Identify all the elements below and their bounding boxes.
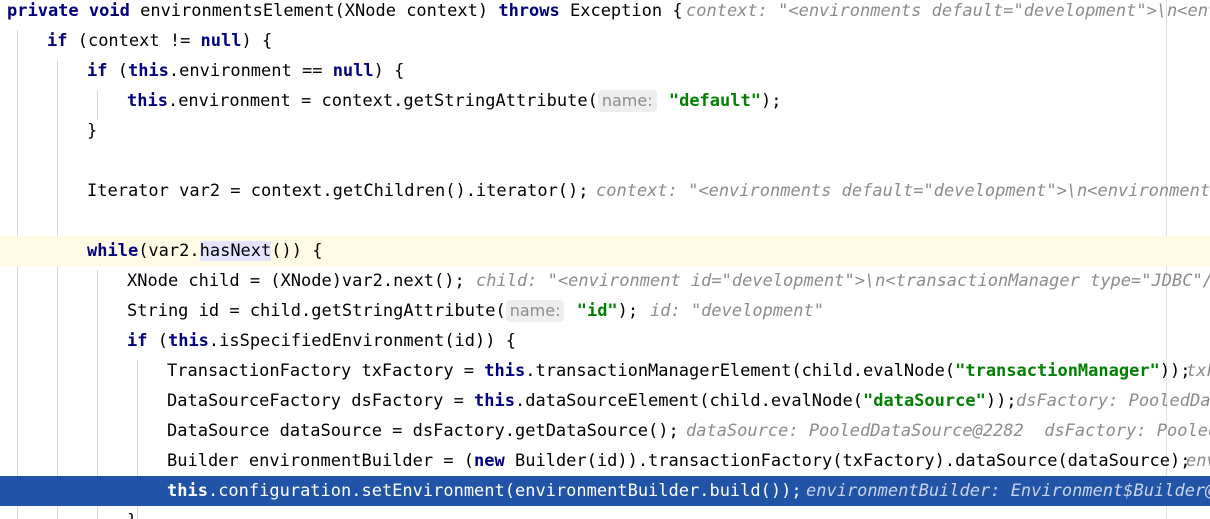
code-text: private void environmentsElement(XNode c… xyxy=(7,0,683,26)
code-token: Iterator var2 = context.getChildren().it… xyxy=(87,181,589,201)
code-token: "default" xyxy=(668,91,761,111)
code-token: "id" xyxy=(576,301,618,321)
code-token: XNode child = (XNode)var2.next(); xyxy=(127,271,465,291)
parameter-hint: name: xyxy=(597,90,657,112)
execution-point-line[interactable]: this.configuration.setEnvironment(enviro… xyxy=(0,476,1210,506)
code-token: (var2. xyxy=(138,241,200,261)
parameter-hint: name: xyxy=(505,300,565,322)
code-line[interactable]: } xyxy=(0,116,1210,146)
code-text: } xyxy=(127,506,137,519)
code-line[interactable]: DataSourceFactory dsFactory = this.dataS… xyxy=(0,386,1210,416)
code-token: ) { xyxy=(373,61,405,81)
code-editor[interactable]: private void environmentsElement(XNode c… xyxy=(0,0,1210,519)
code-token: Exception { xyxy=(559,1,683,21)
code-token: ); xyxy=(760,91,782,111)
debug-value-hint: dsFactory: PooledDat xyxy=(1016,391,1210,411)
current-line[interactable]: while(var2.hasNext()) { xyxy=(0,236,1210,266)
code-text: this.environment = context.getStringAttr… xyxy=(127,86,781,116)
code-token: .dataSourceElement(child.evalNode( xyxy=(515,391,863,411)
code-text: DataSource dataSource = dsFactory.getDat… xyxy=(167,416,679,446)
code-line[interactable]: if (this.environment == null) { xyxy=(0,56,1210,86)
code-token: throws xyxy=(498,1,560,21)
code-token: this xyxy=(127,61,169,81)
code-token: "dataSource" xyxy=(863,391,986,411)
code-token: ( xyxy=(147,331,168,351)
code-token: this xyxy=(167,331,209,351)
code-token: .transactionManagerElement(child.evalNod… xyxy=(525,361,956,381)
debug-value-hint: environmentBuilder: Environment$Builder@… xyxy=(806,481,1210,501)
code-token: Builder(id)).transactionFactory(txFactor… xyxy=(504,451,1191,471)
code-token: .environment == xyxy=(168,61,333,81)
code-token: .environment = context.getStringAttribut… xyxy=(167,91,598,111)
code-line[interactable]: if (context != null) { xyxy=(0,26,1210,56)
code-line[interactable]: Iterator var2 = context.getChildren().it… xyxy=(0,176,1210,206)
code-line[interactable]: private void environmentsElement(XNode c… xyxy=(0,0,1210,26)
code-token: .configuration.setEnvironment(environmen… xyxy=(207,481,802,501)
code-line[interactable]: XNode child = (XNode)var2.next(); child: … xyxy=(0,266,1210,296)
code-text: Iterator var2 = context.getChildren().it… xyxy=(87,176,589,206)
code-token: ( xyxy=(107,61,128,81)
code-token: if xyxy=(47,31,68,51)
code-token: TransactionFactory txFactory = xyxy=(167,361,485,381)
debug-value-hint: context: "<environments default="develop… xyxy=(596,181,1210,201)
code-text: while(var2.hasNext()) { xyxy=(87,236,322,266)
code-token: null xyxy=(332,61,374,81)
code-token: DataSource dataSource = dsFactory.getDat… xyxy=(167,421,679,441)
debug-value-hint: child: "<environment id="development">\n… xyxy=(476,271,1210,291)
code-line[interactable]: if (this.isSpecifiedEnvironment(id)) { xyxy=(0,326,1210,356)
code-line[interactable] xyxy=(0,206,1210,236)
code-token: .isSpecifiedEnvironment(id)) { xyxy=(208,331,516,351)
code-token: ) { xyxy=(241,31,273,51)
code-token: ); xyxy=(617,301,639,321)
code-text: } xyxy=(87,116,97,146)
code-text: if (this.isSpecifiedEnvironment(id)) { xyxy=(127,326,516,356)
code-text: DataSourceFactory dsFactory = this.dataS… xyxy=(167,386,1017,416)
code-token: (context != xyxy=(67,31,201,51)
debug-value-hint: id: "development" xyxy=(650,301,824,321)
code-token: DataSourceFactory dsFactory = xyxy=(167,391,475,411)
code-token: if xyxy=(87,61,108,81)
code-line[interactable]: String id = child.getStringAttribute(nam… xyxy=(0,296,1210,326)
debug-value-hint: dataSource: PooledDataSource@2282 dsFact… xyxy=(686,421,1210,441)
code-token: "transactionManager" xyxy=(955,361,1160,381)
code-line[interactable]: TransactionFactory txFactory = this.tran… xyxy=(0,356,1210,386)
code-token: void xyxy=(88,1,130,21)
code-text: Builder environmentBuilder = (new Builde… xyxy=(167,446,1191,476)
code-token: new xyxy=(474,451,505,471)
code-token: null xyxy=(200,31,242,51)
code-token: hasNext xyxy=(199,241,272,261)
code-token: if xyxy=(127,331,148,351)
code-text: String id = child.getStringAttribute(nam… xyxy=(127,296,638,326)
code-token: Builder environmentBuilder = ( xyxy=(167,451,475,471)
code-line[interactable] xyxy=(0,146,1210,176)
code-token: this xyxy=(167,481,208,501)
code-token: } xyxy=(127,511,137,519)
code-text: if (this.environment == null) { xyxy=(87,56,404,86)
code-text: if (context != null) { xyxy=(47,26,272,56)
debug-value-hint: context: "<environments default="develop… xyxy=(686,1,1210,21)
debug-value-hint: txF xyxy=(1186,361,1210,381)
code-line[interactable]: Builder environmentBuilder = (new Builde… xyxy=(0,446,1210,476)
code-text: XNode child = (XNode)var2.next(); xyxy=(127,266,465,296)
code-line[interactable]: } xyxy=(0,506,1210,519)
code-token: } xyxy=(87,121,98,141)
code-token: while xyxy=(87,241,139,261)
code-token: private xyxy=(7,1,79,21)
code-token: String id = child.getStringAttribute( xyxy=(127,301,506,321)
code-token: this xyxy=(474,391,515,411)
code-token: )); xyxy=(985,391,1017,411)
debug-value-hint: env xyxy=(1186,451,1210,471)
code-text: TransactionFactory txFactory = this.tran… xyxy=(167,356,1191,386)
code-token: ()) { xyxy=(271,241,323,261)
code-token: this xyxy=(127,91,168,111)
code-line[interactable]: DataSource dataSource = dsFactory.getDat… xyxy=(0,416,1210,446)
code-token: environmentsElement(XNode context) xyxy=(129,1,499,21)
code-token: this xyxy=(484,361,526,381)
code-line[interactable]: this.environment = context.getStringAttr… xyxy=(0,86,1210,116)
code-text: this.configuration.setEnvironment(enviro… xyxy=(167,476,802,506)
